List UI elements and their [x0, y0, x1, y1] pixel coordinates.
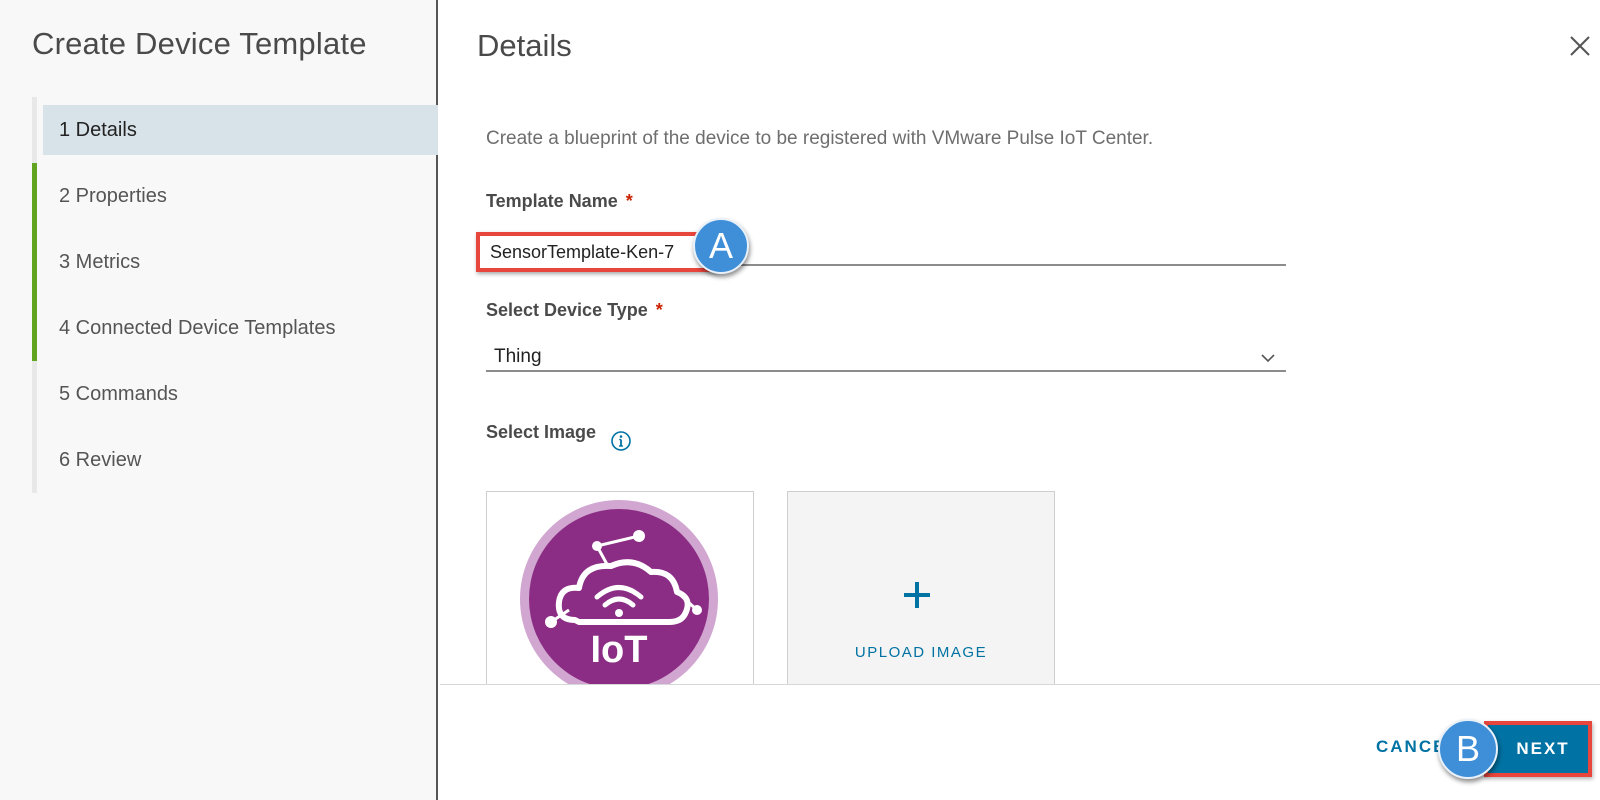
- device-type-label-text: Select Device Type: [486, 300, 648, 320]
- callout-a-badge: A: [693, 218, 749, 274]
- iot-logo-text: IoT: [591, 629, 648, 671]
- iot-image-card[interactable]: IoT: [486, 491, 754, 698]
- step-details[interactable]: 1 Details: [32, 97, 438, 163]
- step-label: 5 Commands: [59, 382, 178, 405]
- step-review[interactable]: 6 Review: [32, 427, 438, 493]
- step-label: 3 Metrics: [59, 250, 141, 273]
- step-connected-device-templates[interactable]: 4 Connected Device Templates: [32, 295, 438, 361]
- chevron-down-icon: [1261, 354, 1275, 363]
- upload-image-label: UPLOAD IMAGE: [854, 644, 988, 661]
- upload-image-card[interactable]: UPLOAD IMAGE: [787, 491, 1055, 691]
- info-icon[interactable]: [610, 430, 632, 452]
- step-properties[interactable]: 2 Properties: [32, 163, 438, 229]
- required-mark: *: [655, 300, 663, 320]
- device-type-label: Select Device Type *: [486, 300, 663, 321]
- wizard-steps: 1 Details 2 Properties 3 Metrics 4 Conne…: [32, 97, 438, 493]
- template-name-label-text: Template Name: [486, 191, 618, 211]
- required-mark: *: [625, 191, 633, 211]
- page-title: Details: [477, 28, 572, 63]
- template-name-label: Template Name *: [486, 191, 633, 212]
- template-name-input[interactable]: [476, 232, 718, 272]
- wizard-footer: CANCEL NEXT B: [440, 684, 1600, 800]
- wizard-title: Create Device Template: [32, 26, 367, 61]
- page-description: Create a blueprint of the device to be r…: [486, 128, 1154, 149]
- next-button[interactable]: NEXT: [1484, 721, 1592, 777]
- close-icon: [1570, 36, 1590, 56]
- step-label: 6 Review: [59, 448, 142, 471]
- plus-icon: [904, 582, 930, 608]
- device-type-selected-value: Thing: [494, 346, 542, 367]
- step-commands[interactable]: 5 Commands: [32, 361, 438, 427]
- callout-b-badge: B: [1438, 719, 1498, 779]
- select-image-label: Select Image: [486, 422, 597, 442]
- wizard-sidebar: Create Device Template 1 Details 2 Prope…: [0, 0, 438, 800]
- step-label: 1 Details: [59, 118, 137, 141]
- device-type-underline: [486, 370, 1286, 372]
- device-type-select[interactable]: Thing: [486, 346, 1286, 380]
- step-metrics[interactable]: 3 Metrics: [32, 229, 438, 295]
- step-label: 2 Properties: [59, 184, 167, 207]
- close-button[interactable]: [1567, 33, 1593, 59]
- details-panel: Details Create a blueprint of the device…: [440, 0, 1600, 800]
- iot-cloud-icon: IoT: [520, 500, 718, 698]
- step-label: 4 Connected Device Templates: [59, 316, 336, 339]
